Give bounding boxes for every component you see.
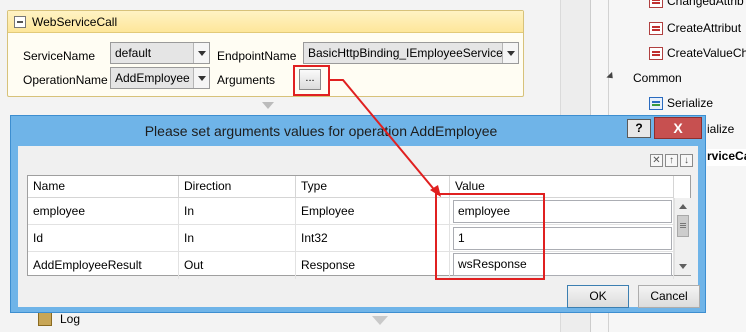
annotation-arrow-line: [330, 79, 438, 194]
annotation-arrow: [330, 79, 441, 197]
